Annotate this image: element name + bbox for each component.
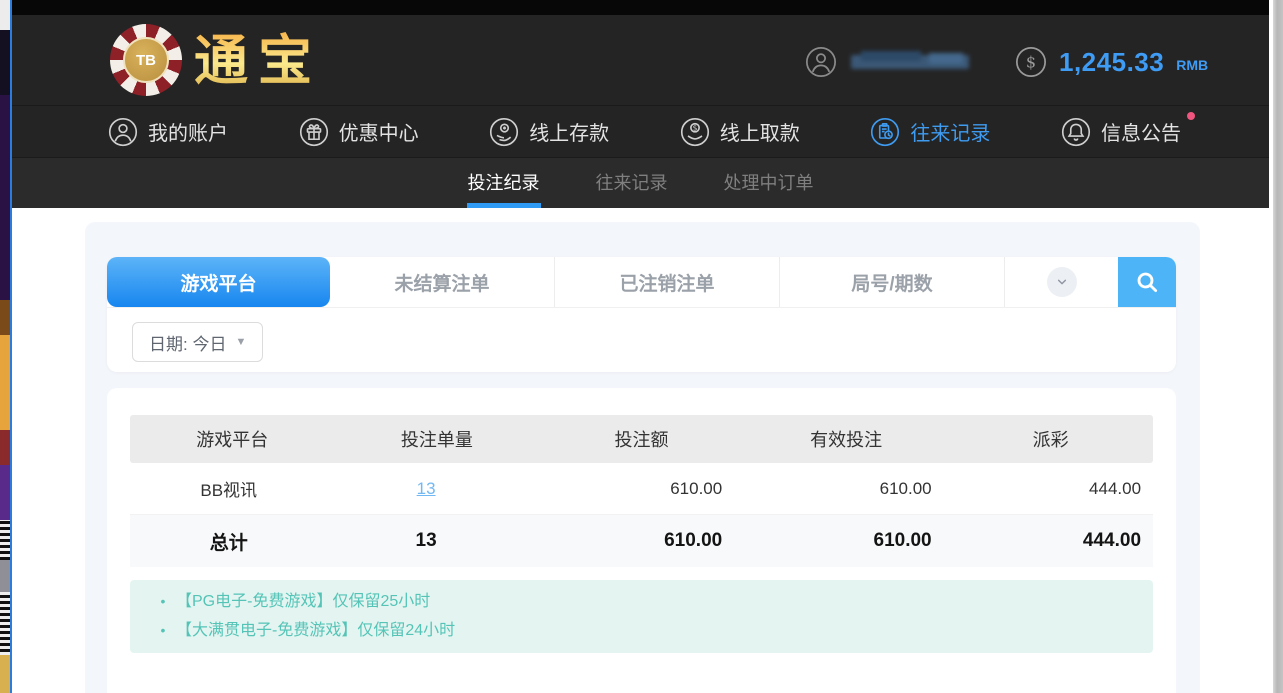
total-valid-bets: 610.00 — [734, 530, 943, 552]
bullet-icon: • — [150, 616, 176, 645]
col-header-payout: 派彩 — [948, 426, 1153, 452]
filter-card: 游戏平台 未结算注单 已注销注单 局号/期数 — [107, 257, 1176, 372]
total-payout: 444.00 — [944, 530, 1153, 552]
main-nav: 我的账户 优惠中心 线上存款 $ — [12, 105, 1269, 158]
cell-platform: BB视讯 — [130, 476, 327, 501]
date-filter-label: 日期: 今日 — [149, 330, 226, 355]
col-header-game-platform: 游戏平台 — [130, 426, 335, 452]
background-window-sliver — [0, 0, 10, 693]
content-panel: 游戏平台 未结算注单 已注销注单 局号/期数 — [85, 222, 1200, 693]
notice-line: • 【PG电子-免费游戏】仅保留25小时 — [150, 587, 1133, 616]
nav-item-online-withdrawal[interactable]: $ 线上取款 — [680, 117, 800, 147]
nav-item-my-account[interactable]: 我的账户 — [108, 117, 228, 147]
nav-item-announcements[interactable]: 信息公告 — [1061, 117, 1181, 147]
username-redacted — [851, 51, 973, 73]
cell-payout: 444.00 — [944, 479, 1153, 499]
nav-item-online-deposit[interactable]: 线上存款 — [489, 117, 609, 147]
dollar-coin-icon: $ — [1015, 46, 1047, 78]
cell-bet-count: 13 — [327, 479, 524, 499]
balance[interactable]: $ 1,245.33 RMB — [1015, 45, 1208, 79]
user-avatar-icon — [805, 46, 837, 78]
bell-icon — [1061, 117, 1091, 147]
balance-amount: 1,245.33 — [1059, 47, 1164, 78]
svg-text:$: $ — [1026, 53, 1036, 72]
logo-badge: TB — [123, 37, 169, 83]
nav-label: 往来记录 — [910, 117, 990, 146]
col-header-bet-amount: 投注额 — [539, 426, 744, 452]
subnav-tab-label: 往来记录 — [596, 173, 668, 193]
notice-box: • 【PG电子-免费游戏】仅保留25小时 • 【大满贯电子-免费游戏】仅保留24… — [130, 580, 1153, 653]
top-black-bar — [12, 0, 1269, 15]
nav-label: 优惠中心 — [339, 117, 419, 146]
notification-dot — [1187, 112, 1195, 120]
total-bet-count: 13 — [327, 530, 524, 552]
casino-chip-logo-icon: TB — [110, 24, 182, 96]
gift-icon — [299, 117, 329, 147]
col-header-bet-count: 投注单量 — [335, 426, 540, 452]
tab-betting-records[interactable]: 投注纪录 — [462, 158, 546, 208]
person-icon — [108, 117, 138, 147]
filter-more-dropdown[interactable] — [1005, 257, 1118, 307]
subnav-tab-label: 处理中订单 — [724, 173, 814, 193]
tab-processing-orders[interactable]: 处理中订单 — [718, 158, 820, 208]
nav-label: 我的账户 — [148, 117, 228, 146]
withdraw-coin-hand-icon: $ — [680, 117, 710, 147]
cell-valid-bets: 610.00 — [734, 479, 943, 499]
col-header-valid-bets: 有效投注 — [744, 426, 949, 452]
filter-tab-cancelled-bets[interactable]: 已注销注单 — [555, 257, 780, 307]
bet-count-link[interactable]: 13 — [417, 479, 436, 498]
date-filter-dropdown[interactable]: 日期: 今日 ▼ — [132, 322, 263, 362]
search-button[interactable] — [1118, 257, 1176, 307]
filter-tab-round-number[interactable]: 局号/期数 — [780, 257, 1005, 307]
bullet-icon: • — [150, 587, 176, 616]
nav-item-promotions[interactable]: 优惠中心 — [299, 117, 419, 147]
total-label: 总计 — [130, 528, 327, 555]
chevron-down-icon — [1054, 274, 1070, 290]
balance-currency: RMB — [1176, 57, 1208, 73]
deposit-coin-hand-icon — [489, 117, 519, 147]
table-row: BB视讯 13 610.00 610.00 444.00 — [130, 463, 1153, 515]
brand-logo[interactable]: TB 通宝 — [110, 23, 322, 97]
notice-line: • 【大满贯电子-免费游戏】仅保留24小时 — [150, 616, 1133, 645]
results-card: 游戏平台 投注单量 投注额 有效投注 派彩 BB视讯 13 610.00 610… — [107, 388, 1176, 693]
subnav-tab-label: 投注纪录 — [468, 173, 540, 193]
page-root: TB 通宝 $ 1,245.33 RMB — [0, 0, 1283, 693]
cell-bet-amount: 610.00 — [525, 479, 734, 499]
records-clipboard-clock-icon — [870, 117, 900, 147]
tab-transaction-records[interactable]: 往来记录 — [590, 158, 674, 208]
search-icon — [1134, 269, 1160, 295]
nav-label: 线上存款 — [529, 117, 609, 146]
filter-tab-unsettled-bets[interactable]: 未结算注单 — [330, 257, 555, 307]
site-header: TB 通宝 $ 1,245.33 RMB — [12, 15, 1269, 105]
notice-text: 【大满贯电子-免费游戏】仅保留24小时 — [176, 616, 455, 645]
filter-tab-game-platform[interactable]: 游戏平台 — [107, 257, 330, 307]
user-account[interactable] — [805, 45, 973, 79]
svg-text:$: $ — [692, 123, 697, 132]
chevron-circle — [1047, 267, 1077, 297]
date-filter-row: 日期: 今日 ▼ — [107, 308, 1176, 362]
table-total-row: 总计 13 610.00 610.00 444.00 — [130, 515, 1153, 567]
sub-nav: 投注纪录 往来记录 处理中订单 — [12, 158, 1269, 208]
nav-item-transaction-records[interactable]: 往来记录 — [870, 117, 990, 147]
active-tab-underline — [467, 203, 541, 208]
caret-down-icon: ▼ — [235, 336, 246, 348]
table-header-row: 游戏平台 投注单量 投注额 有效投注 派彩 — [130, 415, 1153, 463]
scrollbar[interactable] — [1273, 0, 1283, 693]
filter-tab-row: 游戏平台 未结算注单 已注销注单 局号/期数 — [107, 257, 1176, 308]
logo-text: 通宝 — [194, 24, 322, 96]
nav-label: 线上取款 — [720, 117, 800, 146]
notice-text: 【PG电子-免费游戏】仅保留25小时 — [176, 587, 430, 616]
nav-label: 信息公告 — [1101, 117, 1181, 146]
total-bet-amount: 610.00 — [525, 530, 734, 552]
